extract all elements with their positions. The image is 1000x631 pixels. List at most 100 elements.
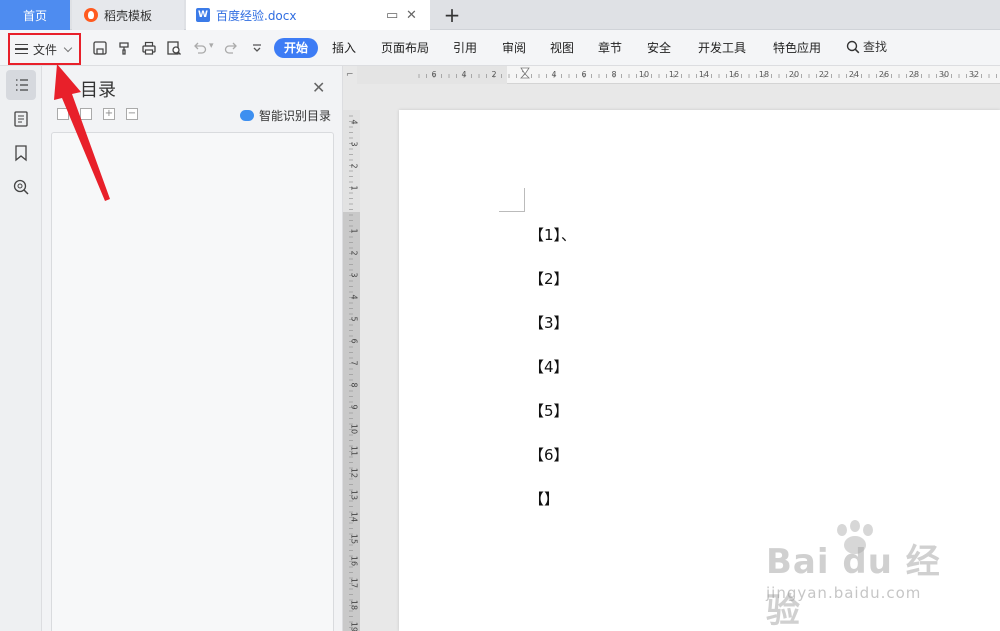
ruler-label: 1 — [350, 185, 359, 190]
menu-insert[interactable]: 插入 — [332, 39, 356, 56]
rail-bookmark-button[interactable] — [6, 138, 36, 168]
ruler-label: 28 — [909, 70, 919, 79]
ruler-label: 22 — [819, 70, 829, 79]
chevron-down-icon — [63, 43, 73, 52]
smart-recognition-icon — [240, 110, 254, 121]
find-replace-icon — [13, 179, 29, 195]
document-line[interactable]: 【5】 — [529, 400, 569, 421]
redo-icon[interactable] — [223, 40, 239, 56]
ruler-label: 10 — [639, 70, 649, 79]
new-tab-button[interactable]: + — [440, 3, 464, 27]
ruler-label: 26 — [879, 70, 889, 79]
file-menu-button[interactable]: 文件 — [8, 33, 81, 65]
menu-developer[interactable]: 开发工具 — [698, 39, 746, 56]
ruler-label: 16 — [729, 70, 739, 79]
save-icon[interactable] — [92, 40, 108, 56]
ruler-label: 4 — [350, 294, 359, 299]
ruler-label: 6 — [350, 338, 359, 343]
word-doc-icon: W — [196, 8, 210, 22]
document-line[interactable]: 【1】、 — [529, 224, 576, 245]
tab-document[interactable]: W 百度经验.docx ▭ ✕ — [186, 0, 430, 30]
horizontal-ruler-scale: 6422468101214161820222426283032 — [357, 66, 997, 84]
close-icon[interactable]: ✕ — [312, 78, 325, 97]
menu-security[interactable]: 安全 — [647, 39, 671, 56]
menu-view[interactable]: 视图 — [550, 39, 574, 56]
document-line[interactable]: 【6】 — [529, 444, 569, 465]
undo-dropdown-icon[interactable]: ▾ — [209, 41, 214, 51]
margin-corner-mark — [499, 188, 525, 212]
menu-page-layout[interactable]: 页面布局 — [381, 39, 429, 56]
ruler-label: 9 — [350, 404, 359, 409]
ruler-label: 12 — [669, 70, 679, 79]
tab-bar: 首页 稻壳模板 W 百度经验.docx ▭ ✕ + — [0, 0, 1000, 30]
document-line[interactable]: 【3】 — [529, 312, 569, 333]
menu-section[interactable]: 章节 — [598, 39, 622, 56]
ruler-label: 10 — [350, 424, 359, 434]
ruler-label: 8 — [350, 382, 359, 387]
ruler-label: 14 — [350, 512, 359, 522]
customize-toolbar-icon[interactable] — [249, 40, 265, 56]
menu-start-tab[interactable]: 开始 — [274, 38, 318, 58]
document-page[interactable]: 【1】、【2】【3】【4】【5】【6】【】 — [399, 110, 1000, 631]
ruler-label: 16 — [350, 556, 359, 566]
horizontal-ruler[interactable]: 6422468101214161820222426283032 — [357, 66, 1000, 84]
tab-document-label: 百度经验.docx — [216, 8, 297, 23]
ruler-label: 17 — [350, 578, 359, 588]
document-area: 6422468101214161820222426283032 ⌐ 432112… — [343, 66, 1000, 631]
tab-stop-selector[interactable]: ⌐ — [346, 70, 354, 80]
ruler-label: 20 — [789, 70, 799, 79]
ruler-label: 6 — [581, 70, 586, 79]
format-painter-icon[interactable] — [117, 40, 133, 56]
tab-home[interactable]: 首页 — [0, 0, 70, 30]
toc-list-icon — [16, 79, 28, 91]
document-line[interactable]: 【2】 — [529, 268, 569, 289]
ruler-label: 15 — [350, 534, 359, 544]
document-line[interactable]: 【4】 — [529, 356, 569, 377]
rail-toc-button[interactable] — [6, 70, 36, 100]
ruler-label: 32 — [969, 70, 979, 79]
remove-heading-icon[interactable]: − — [126, 108, 138, 120]
search-icon — [846, 40, 860, 53]
print-preview-icon[interactable] — [166, 40, 182, 56]
toc-list — [51, 132, 334, 631]
menu-special-apps[interactable]: 特色应用 — [773, 39, 821, 56]
ruler-label: 14 — [699, 70, 709, 79]
ruler-label: 4 — [350, 119, 359, 124]
tab-templates[interactable]: 稻壳模板 — [72, 0, 184, 30]
ruler-label: 2 — [350, 250, 359, 255]
ruler-label: 18 — [350, 600, 359, 610]
left-rail — [0, 66, 42, 631]
rail-outline-button[interactable] — [6, 104, 36, 134]
ruler-label: 24 — [849, 70, 859, 79]
document-outline-icon — [14, 111, 28, 127]
ruler-label: 4 — [461, 70, 466, 79]
ruler-label: 13 — [350, 490, 359, 500]
tab-home-label: 首页 — [22, 8, 47, 23]
ruler-label: 8 — [611, 70, 616, 79]
main-toolbar: 文件 ▾ 开始 插入 页面布局 引用 审阅 视图 章节 安全 开发工具 特色应用 — [0, 30, 1000, 66]
hamburger-icon — [15, 44, 28, 54]
ruler-label: 1 — [350, 228, 359, 233]
undo-icon[interactable] — [192, 40, 208, 56]
vertical-ruler[interactable]: 4 3 2 1 1 2 3 4 5 6 7 8 9 10 11 12 13 14 15 16 17 18 19 — [343, 110, 360, 631]
file-menu-label: 文件 — [33, 42, 58, 57]
bookmark-icon — [15, 145, 27, 162]
vertical-ruler-scale: 432112345678910111213141516171819 — [343, 110, 360, 631]
search-button[interactable]: 查找 — [846, 38, 887, 55]
menu-review[interactable]: 审阅 — [502, 39, 526, 56]
rail-find-button[interactable] — [6, 172, 36, 202]
search-label: 查找 — [863, 40, 888, 54]
menu-references[interactable]: 引用 — [453, 39, 477, 56]
ruler-label: 18 — [759, 70, 769, 79]
smart-toc-button[interactable]: 智能识别目录 — [240, 107, 331, 124]
ruler-label: 7 — [350, 360, 359, 365]
smart-toc-label: 智能识别目录 — [259, 109, 332, 123]
ruler-label: 3 — [350, 141, 359, 146]
print-icon[interactable] — [141, 40, 157, 56]
ruler-label: 4 — [551, 70, 556, 79]
ruler-label: 3 — [350, 272, 359, 277]
document-line[interactable]: 【】 — [529, 488, 559, 509]
window-restore-icon[interactable]: ▭ — [386, 8, 398, 23]
close-tab-icon[interactable]: ✕ — [406, 8, 417, 23]
ruler-label: 5 — [350, 316, 359, 321]
